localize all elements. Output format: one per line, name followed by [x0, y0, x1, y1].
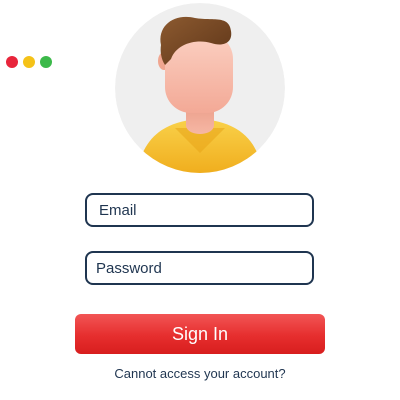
window-controls	[6, 56, 52, 68]
sign-in-button[interactable]: Sign In	[75, 314, 325, 354]
password-field[interactable]	[85, 251, 314, 285]
email-field[interactable]	[85, 193, 314, 227]
cannot-access-account-link[interactable]: Cannot access your account?	[0, 366, 400, 381]
user-avatar-icon	[115, 3, 285, 173]
maximize-dot[interactable]	[40, 56, 52, 68]
minimize-dot[interactable]	[23, 56, 35, 68]
close-dot[interactable]	[6, 56, 18, 68]
